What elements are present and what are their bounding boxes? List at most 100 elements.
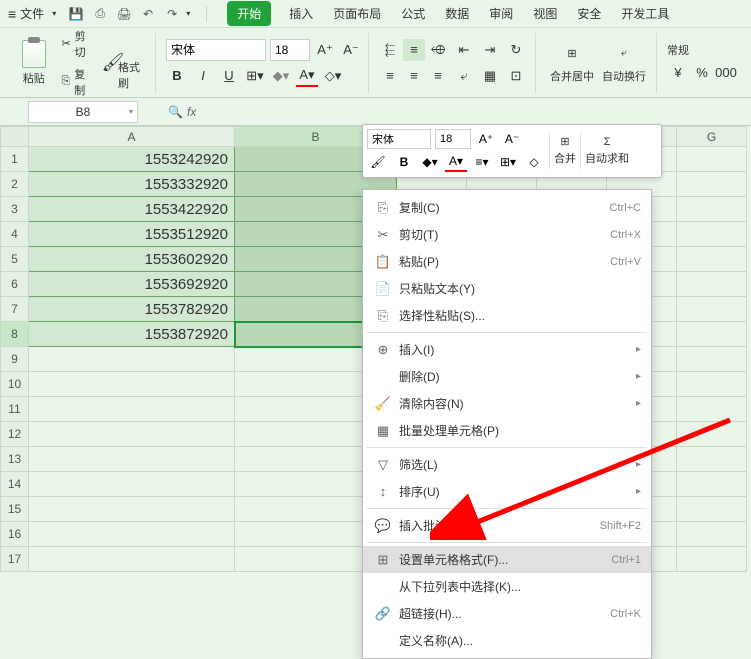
currency-icon[interactable]: ¥: [667, 62, 689, 84]
auto-wrap-button[interactable]: ⤶ 自动换行: [598, 42, 650, 84]
mini-align[interactable]: ≡▾: [471, 152, 493, 172]
row-header[interactable]: 10: [1, 372, 29, 397]
cell[interactable]: [677, 497, 747, 522]
other-align-icon[interactable]: ⊡: [505, 65, 527, 87]
font-color-button[interactable]: A▾: [296, 65, 318, 87]
mini-font-size[interactable]: [435, 129, 471, 149]
tab-security[interactable]: 安全: [575, 1, 603, 26]
cell[interactable]: [677, 247, 747, 272]
tab-view[interactable]: 视图: [531, 1, 559, 26]
save-icon[interactable]: 💾: [66, 4, 86, 24]
cell[interactable]: [29, 472, 235, 497]
comma-icon[interactable]: 000: [715, 62, 737, 84]
cell[interactable]: [677, 447, 747, 472]
row-header[interactable]: 2: [1, 172, 29, 197]
percent-icon[interactable]: %: [691, 62, 713, 84]
tab-formulas[interactable]: 公式: [399, 1, 427, 26]
font-name-select[interactable]: [166, 39, 266, 61]
mini-font-name[interactable]: [367, 129, 431, 149]
cell[interactable]: [29, 497, 235, 522]
undo-icon[interactable]: ↶: [138, 4, 158, 24]
number-format-select[interactable]: 常规: [667, 42, 737, 58]
menu-item-paste[interactable]: 📋粘贴(P)Ctrl+V: [363, 248, 651, 275]
row-header[interactable]: 3: [1, 197, 29, 222]
align-right-icon[interactable]: ≡: [427, 65, 449, 87]
cell[interactable]: [29, 347, 235, 372]
row-header[interactable]: 11: [1, 397, 29, 422]
fill-color-button[interactable]: ◆▾: [270, 65, 292, 87]
menu-item-filter[interactable]: ▽筛选(L)▸: [363, 451, 651, 478]
cell[interactable]: [677, 472, 747, 497]
tab-insert[interactable]: 插入: [287, 1, 315, 26]
menu-item-insert[interactable]: ⊕插入(I)▸: [363, 336, 651, 363]
border-button[interactable]: ⊞▾: [244, 65, 266, 87]
mini-fill-color[interactable]: ◆▾: [419, 152, 441, 172]
formula-input[interactable]: [204, 101, 751, 123]
mini-format-painter[interactable]: 🖌: [367, 152, 389, 172]
align-left-icon[interactable]: ≡: [379, 65, 401, 87]
menu-item-sort[interactable]: ↕排序(U)▸: [363, 478, 651, 505]
cell[interactable]: [29, 447, 235, 472]
cell[interactable]: [677, 147, 747, 172]
row-header[interactable]: 15: [1, 497, 29, 522]
menu-item-paste-text[interactable]: 📄只粘贴文本(Y): [363, 275, 651, 302]
cell[interactable]: [677, 347, 747, 372]
row-header[interactable]: 13: [1, 447, 29, 472]
mini-increase-font[interactable]: A⁺: [475, 129, 497, 149]
hamburger-icon[interactable]: ≡: [8, 6, 16, 22]
menu-item-paste-special[interactable]: ⎘选择性粘贴(S)...: [363, 302, 651, 329]
cell[interactable]: 1553602920: [29, 247, 235, 272]
name-box[interactable]: B8 ▾: [28, 101, 138, 123]
paste-button[interactable]: 粘贴: [14, 40, 53, 86]
mini-merge-button[interactable]: ⊞ 合并: [554, 135, 576, 166]
row-header[interactable]: 17: [1, 547, 29, 572]
mini-autosum-button[interactable]: Σ 自动求和: [585, 136, 629, 166]
fx-button[interactable]: 🔍 fx: [168, 105, 196, 119]
cell[interactable]: [677, 547, 747, 572]
menu-item-batch[interactable]: ▦批量处理单元格(P): [363, 417, 651, 444]
cell[interactable]: [29, 397, 235, 422]
align-center-icon[interactable]: ≡: [403, 65, 425, 87]
menu-item-clear[interactable]: 🧹清除内容(N)▸: [363, 390, 651, 417]
cell[interactable]: [677, 272, 747, 297]
cell[interactable]: 1553422920: [29, 197, 235, 222]
print-icon[interactable]: ⎙: [90, 4, 110, 24]
cell[interactable]: [29, 372, 235, 397]
tab-home[interactable]: 开始: [227, 1, 271, 26]
cell[interactable]: 1553242920: [29, 147, 235, 172]
menu-item-item[interactable]: 定义名称(A)...: [363, 627, 651, 654]
col-header-g[interactable]: G: [677, 127, 747, 147]
align-bottom-icon[interactable]: ⬲: [427, 39, 449, 61]
row-header[interactable]: 4: [1, 222, 29, 247]
decrease-indent-icon[interactable]: ⇤: [453, 39, 475, 61]
mini-bold[interactable]: B: [393, 152, 415, 172]
menu-item-comment[interactable]: 💬插入批注(M)...Shift+F2: [363, 512, 651, 539]
merge-cells-icon[interactable]: ▦: [479, 65, 501, 87]
tab-review[interactable]: 审阅: [487, 1, 515, 26]
cell[interactable]: [29, 547, 235, 572]
wrap-text-icon[interactable]: ⤶: [453, 65, 475, 87]
file-menu[interactable]: 文件: [20, 5, 44, 22]
row-header[interactable]: 8: [1, 322, 29, 347]
italic-button[interactable]: I: [192, 65, 214, 87]
cell[interactable]: 1553872920: [29, 322, 235, 347]
align-middle-icon[interactable]: ≡: [403, 39, 425, 61]
print-preview-icon[interactable]: 🖨: [114, 4, 134, 24]
cell[interactable]: [677, 172, 747, 197]
tab-page-layout[interactable]: 页面布局: [331, 1, 383, 26]
cell[interactable]: [677, 222, 747, 247]
tab-data[interactable]: 数据: [443, 1, 471, 26]
mini-decrease-font[interactable]: A⁻: [501, 129, 523, 149]
cell[interactable]: [677, 297, 747, 322]
redo-icon[interactable]: ↷: [162, 4, 182, 24]
copy-button[interactable]: ⎘复制: [57, 64, 98, 100]
row-header[interactable]: 6: [1, 272, 29, 297]
row-header[interactable]: 7: [1, 297, 29, 322]
mini-border[interactable]: ⊞▾: [497, 152, 519, 172]
cell[interactable]: 1553692920: [29, 272, 235, 297]
row-header[interactable]: 16: [1, 522, 29, 547]
cell[interactable]: 1553782920: [29, 297, 235, 322]
font-size-select[interactable]: [270, 39, 310, 61]
cell[interactable]: [677, 322, 747, 347]
cell[interactable]: 1553332920: [29, 172, 235, 197]
